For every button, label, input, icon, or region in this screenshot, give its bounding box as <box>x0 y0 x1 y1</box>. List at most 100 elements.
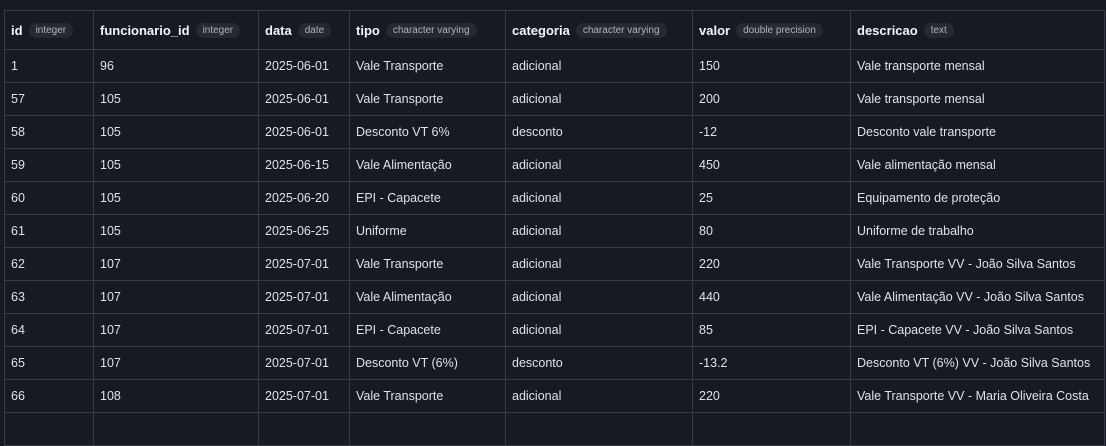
column-header-valor[interactable]: valor double precision <box>692 10 851 50</box>
table-row[interactable]: 66 108 2025-07-01 Vale Transporte adicional 2… <box>4 379 1105 413</box>
table-row[interactable]: 65 107 2025-07-01 Desconto VT (6%) desconto -… <box>4 346 1105 380</box>
cell-categoria[interactable]: adicional <box>505 214 693 248</box>
cell-tipo[interactable]: Desconto VT (6%) <box>349 346 506 380</box>
table-row[interactable]: 61 105 2025-06-25 Uniforme adicional 80 Unifor… <box>4 214 1105 248</box>
cell-valor[interactable]: 25 <box>692 181 851 215</box>
cell-valor[interactable]: 220 <box>692 247 851 281</box>
cell-valor[interactable]: 220 <box>692 379 851 413</box>
cell-descricao[interactable]: Vale transporte mensal <box>850 49 1105 83</box>
cell-tipo[interactable]: Vale Alimentação <box>349 148 506 182</box>
cell-valor[interactable] <box>692 412 851 446</box>
cell-funcionario_id[interactable]: 105 <box>93 115 259 149</box>
table-row[interactable]: 1 96 2025-06-01 Vale Transporte adicional 150… <box>4 49 1105 83</box>
column-header-descricao[interactable]: descricao text <box>850 10 1105 50</box>
cell-categoria[interactable]: desconto <box>505 115 693 149</box>
cell-descricao[interactable]: Vale transporte mensal <box>850 82 1105 116</box>
table-row[interactable]: 60 105 2025-06-20 EPI - Capacete adicional 25… <box>4 181 1105 215</box>
cell-id[interactable]: 63 <box>4 280 94 314</box>
cell-categoria[interactable]: adicional <box>505 379 693 413</box>
cell-id[interactable]: 66 <box>4 379 94 413</box>
cell-descricao[interactable]: Equipamento de proteção <box>850 181 1105 215</box>
cell-tipo[interactable]: Vale Transporte <box>349 247 506 281</box>
cell-descricao[interactable]: Desconto vale transporte <box>850 115 1105 149</box>
cell-funcionario_id[interactable]: 96 <box>93 49 259 83</box>
cell-descricao[interactable]: Vale Transporte VV - Maria Oliveira Cost… <box>850 379 1105 413</box>
cell-id[interactable]: 1 <box>4 49 94 83</box>
cell-funcionario_id[interactable] <box>93 412 259 446</box>
cell-id[interactable] <box>4 412 94 446</box>
cell-funcionario_id[interactable]: 107 <box>93 280 259 314</box>
cell-funcionario_id[interactable]: 105 <box>93 181 259 215</box>
cell-categoria[interactable]: adicional <box>505 148 693 182</box>
cell-categoria[interactable]: adicional <box>505 247 693 281</box>
table-row[interactable]: 59 105 2025-06-15 Vale Alimentação adicional… <box>4 148 1105 182</box>
cell-descricao[interactable]: Uniforme de trabalho <box>850 214 1105 248</box>
column-header-funcionario_id[interactable]: funcionario_id integer <box>93 10 259 50</box>
cell-valor[interactable]: 200 <box>692 82 851 116</box>
column-header-tipo[interactable]: tipo character varying <box>349 10 506 50</box>
cell-tipo[interactable]: Vale Alimentação <box>349 280 506 314</box>
cell-valor[interactable]: -12 <box>692 115 851 149</box>
cell-tipo[interactable]: Vale Transporte <box>349 379 506 413</box>
cell-id[interactable]: 57 <box>4 82 94 116</box>
cell-categoria[interactable]: desconto <box>505 346 693 380</box>
cell-descricao[interactable] <box>850 412 1105 446</box>
cell-data[interactable] <box>258 412 350 446</box>
column-header-categoria[interactable]: categoria character varying <box>505 10 693 50</box>
cell-valor[interactable]: 450 <box>692 148 851 182</box>
cell-categoria[interactable]: adicional <box>505 49 693 83</box>
cell-id[interactable]: 61 <box>4 214 94 248</box>
cell-funcionario_id[interactable]: 108 <box>93 379 259 413</box>
cell-tipo[interactable]: Desconto VT 6% <box>349 115 506 149</box>
cell-valor[interactable]: 150 <box>692 49 851 83</box>
table-row[interactable]: 63 107 2025-07-01 Vale Alimentação adicional… <box>4 280 1105 314</box>
cell-data[interactable]: 2025-06-01 <box>258 82 350 116</box>
table-row[interactable]: 58 105 2025-06-01 Desconto VT 6% desconto -12… <box>4 115 1105 149</box>
cell-data[interactable]: 2025-07-01 <box>258 313 350 347</box>
cell-tipo[interactable]: EPI - Capacete <box>349 181 506 215</box>
cell-data[interactable]: 2025-07-01 <box>258 280 350 314</box>
cell-categoria[interactable]: adicional <box>505 82 693 116</box>
cell-id[interactable]: 64 <box>4 313 94 347</box>
cell-id[interactable]: 59 <box>4 148 94 182</box>
cell-valor[interactable]: 85 <box>692 313 851 347</box>
cell-funcionario_id[interactable]: 105 <box>93 214 259 248</box>
cell-tipo[interactable]: Vale Transporte <box>349 49 506 83</box>
cell-data[interactable]: 2025-06-15 <box>258 148 350 182</box>
cell-valor[interactable]: -13.2 <box>692 346 851 380</box>
cell-descricao[interactable]: Desconto VT (6%) VV - João Silva Santos <box>850 346 1105 380</box>
column-header-id[interactable]: id integer <box>4 10 94 50</box>
cell-tipo[interactable]: Vale Transporte <box>349 82 506 116</box>
cell-tipo[interactable]: EPI - Capacete <box>349 313 506 347</box>
table-row[interactable]: 64 107 2025-07-01 EPI - Capacete adicional 85… <box>4 313 1105 347</box>
cell-id[interactable]: 60 <box>4 181 94 215</box>
cell-descricao[interactable]: Vale Transporte VV - João Silva Santos <box>850 247 1105 281</box>
cell-id[interactable]: 65 <box>4 346 94 380</box>
cell-categoria[interactable]: adicional <box>505 313 693 347</box>
cell-tipo[interactable] <box>349 412 506 446</box>
cell-data[interactable]: 2025-06-01 <box>258 115 350 149</box>
cell-data[interactable]: 2025-07-01 <box>258 346 350 380</box>
cell-data[interactable]: 2025-06-01 <box>258 49 350 83</box>
cell-valor[interactable]: 80 <box>692 214 851 248</box>
cell-id[interactable]: 62 <box>4 247 94 281</box>
cell-valor[interactable]: 440 <box>692 280 851 314</box>
cell-categoria[interactable] <box>505 412 693 446</box>
cell-funcionario_id[interactable]: 107 <box>93 313 259 347</box>
cell-data[interactable]: 2025-06-20 <box>258 181 350 215</box>
cell-funcionario_id[interactable]: 107 <box>93 346 259 380</box>
cell-data[interactable]: 2025-07-01 <box>258 379 350 413</box>
cell-data[interactable]: 2025-07-01 <box>258 247 350 281</box>
cell-categoria[interactable]: adicional <box>505 181 693 215</box>
cell-data[interactable]: 2025-06-25 <box>258 214 350 248</box>
cell-descricao[interactable]: Vale alimentação mensal <box>850 148 1105 182</box>
cell-funcionario_id[interactable]: 105 <box>93 148 259 182</box>
column-header-data[interactable]: data date <box>258 10 350 50</box>
table-row[interactable]: 62 107 2025-07-01 Vale Transporte adicional 2… <box>4 247 1105 281</box>
cell-funcionario_id[interactable]: 105 <box>93 82 259 116</box>
table-row[interactable]: 57 105 2025-06-01 Vale Transporte adicional 2… <box>4 82 1105 116</box>
cell-funcionario_id[interactable]: 107 <box>93 247 259 281</box>
cell-categoria[interactable]: adicional <box>505 280 693 314</box>
table-row[interactable] <box>4 412 1105 446</box>
cell-id[interactable]: 58 <box>4 115 94 149</box>
